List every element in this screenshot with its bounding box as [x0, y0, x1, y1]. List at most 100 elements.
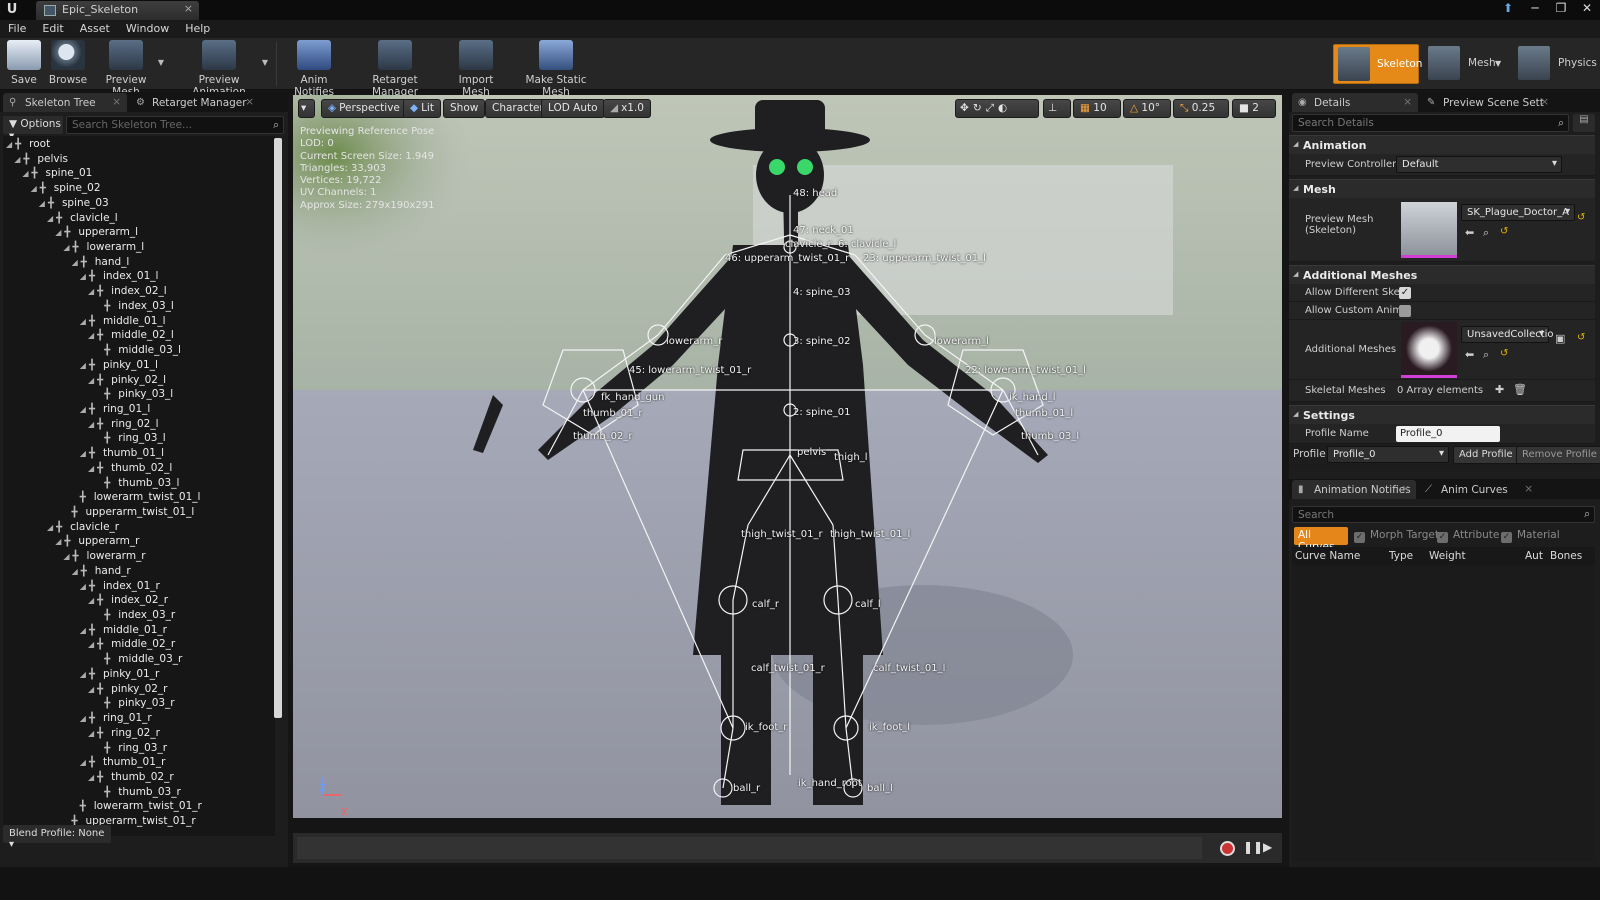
rotation-snap-button[interactable]: △ 10° [1123, 99, 1171, 118]
browse-asset-icon[interactable]: ⌕ [1483, 348, 1489, 362]
tree-row[interactable]: ◢ ╋ middle_01_r [80, 624, 167, 639]
expand-arrow-icon[interactable]: ◢ [55, 228, 61, 237]
scale-snap-button[interactable]: ⤡ 0.25 [1173, 99, 1229, 118]
tree-row[interactable]: ◢ ╋ thumb_01_r [80, 756, 166, 771]
all-curves-filter[interactable]: All Curves [1294, 527, 1348, 553]
chevron-down-icon[interactable]: ▼ [262, 58, 268, 67]
tree-row[interactable]: ◢ ╋ upperarm_r [55, 535, 139, 550]
tree-row[interactable]: ╋ ring_03_l [96, 432, 165, 447]
browse-button[interactable]: Browse [48, 40, 88, 88]
anim-notifies-button[interactable]: Anim Notifies [282, 40, 346, 98]
close-tab-icon[interactable]: × [1540, 96, 1549, 108]
tree-row[interactable]: ◢ ╋ index_01_l [80, 270, 159, 285]
allow-custom-animbp-checkbox[interactable] [1399, 305, 1411, 317]
minimize-button[interactable]: ─ [1522, 0, 1548, 18]
expand-arrow-icon[interactable]: ◢ [14, 155, 20, 164]
tree-row[interactable]: ◢ ╋ pinky_01_l [80, 359, 158, 374]
expand-arrow-icon[interactable]: ◢ [88, 287, 94, 296]
expand-arrow-icon[interactable]: ◢ [88, 729, 94, 738]
record-button[interactable] [1220, 841, 1235, 856]
reset-to-default-icon[interactable]: ↺ [1500, 226, 1508, 237]
skeleton-search-input[interactable]: Search Skeleton Tree... ⌕ [66, 116, 284, 134]
tab-skeleton-tree[interactable]: ⚲ Skeleton Tree × [3, 93, 127, 112]
material-checkbox[interactable]: ✓ [1501, 532, 1512, 543]
tree-row[interactable]: ◢ ╋ pinky_01_r [80, 668, 160, 683]
grid-snap-button[interactable]: ▦ 10 [1073, 99, 1121, 118]
close-tab-icon[interactable]: × [112, 96, 121, 108]
tree-row[interactable]: ◢ ╋ middle_01_l [80, 315, 166, 330]
tree-row[interactable]: ◢ ╋ index_01_r [80, 580, 160, 595]
tree-row[interactable]: ◢ ╋ thumb_02_l [88, 462, 172, 477]
preview-mesh-dropdown[interactable]: SK_Plague_Doctor_A [1461, 204, 1575, 221]
tree-row[interactable]: ◢ ╋ index_02_r [88, 594, 168, 609]
use-selected-asset-icon[interactable]: ⬅ [1465, 226, 1474, 239]
expand-arrow-icon[interactable]: ◢ [88, 420, 94, 429]
tab-retarget-manager[interactable]: ⚙ Retarget Manager × [130, 93, 260, 112]
feedback-icon[interactable]: ⬆ [1494, 0, 1522, 18]
menu-asset[interactable]: Asset [80, 20, 118, 38]
camera-speed-button[interactable]: ■ 2 [1232, 99, 1276, 118]
category-settings[interactable]: Settings [1289, 405, 1595, 424]
category-animation[interactable]: Animation [1289, 135, 1595, 154]
show-button[interactable]: Show [443, 99, 486, 118]
column-curve-name[interactable]: Curve Name [1295, 550, 1360, 562]
expand-arrow-icon[interactable]: ◢ [6, 140, 12, 149]
tab-details[interactable]: ◉ Details × [1292, 93, 1418, 112]
reset-to-default-icon[interactable]: ↺ [1500, 348, 1508, 359]
expand-arrow-icon[interactable]: ◢ [22, 169, 28, 178]
allow-different-skeletons-checkbox[interactable]: ✓ [1399, 287, 1411, 299]
tree-row[interactable]: ╋ middle_03_r [96, 653, 182, 668]
expand-arrow-icon[interactable]: ◢ [80, 272, 86, 281]
preview-animation-button[interactable]: Preview Animation▼ [174, 40, 268, 98]
preview-viewport[interactable]: ▾ ◈ Perspective ◆ Lit Show Character LOD A… [293, 95, 1282, 818]
tree-row[interactable]: ◢ ╋ index_02_l [88, 285, 167, 300]
category-additional-meshes[interactable]: Additional Meshes [1289, 265, 1595, 284]
material-filter[interactable]: ✓ Material [1501, 529, 1560, 543]
play-forward-icon[interactable]: ▶ [1263, 840, 1272, 854]
tree-row[interactable]: ◢ ╋ clavicle_l [47, 212, 118, 227]
tree-row[interactable]: ◢ ╋ ring_01_l [80, 403, 151, 418]
tree-row[interactable]: ╋ thumb_03_l [96, 477, 179, 492]
expand-arrow-icon[interactable]: ◢ [80, 361, 86, 370]
additional-meshes-thumbnail[interactable] [1401, 322, 1457, 378]
tree-row[interactable]: ◢ ╋ root [6, 138, 50, 153]
expand-arrow-icon[interactable]: ◢ [39, 199, 45, 208]
save-icon[interactable]: ▣ [1555, 332, 1565, 345]
expand-arrow-icon[interactable]: ◢ [80, 405, 86, 414]
expand-arrow-icon[interactable]: ◢ [47, 214, 53, 223]
options-dropdown[interactable]: ▼ Options ▾ [3, 116, 63, 142]
scale-icon[interactable]: ⤢ [986, 102, 998, 114]
tree-row[interactable]: ◢ ╋ ring_01_r [80, 712, 152, 727]
lit-button[interactable]: ◆ Lit [403, 99, 441, 118]
view-options-button[interactable]: ▤ [1573, 114, 1595, 132]
close-tab-icon[interactable]: × [245, 96, 254, 108]
menu-window[interactable]: Window [126, 20, 177, 38]
expand-arrow-icon[interactable]: ◢ [63, 552, 69, 561]
chevron-down-icon[interactable]: ▼ [158, 58, 164, 67]
expand-arrow-icon[interactable]: ◢ [72, 567, 78, 576]
expand-arrow-icon[interactable]: ◢ [55, 537, 61, 546]
chevron-down-icon[interactable]: ▼ [1495, 59, 1501, 68]
close-tab-icon[interactable]: × [1401, 483, 1410, 495]
morph-target-checkbox[interactable]: ✓ [1354, 532, 1365, 543]
profile-dropdown[interactable]: Profile_0 [1327, 446, 1449, 463]
physics-mode-button[interactable]: Physics [1514, 44, 1598, 84]
column-auto[interactable]: Aut [1525, 550, 1543, 562]
expand-arrow-icon[interactable]: ◢ [88, 596, 94, 605]
expand-arrow-icon[interactable]: ◢ [80, 626, 86, 635]
expand-arrow-icon[interactable]: ◢ [80, 670, 86, 679]
expand-arrow-icon[interactable]: ◢ [88, 464, 94, 473]
tree-row[interactable]: ╋ lowerarm_twist_01_r [72, 800, 202, 815]
add-element-icon[interactable]: ✚ [1495, 383, 1504, 396]
expand-arrow-icon[interactable]: ◢ [63, 243, 69, 252]
tree-row[interactable]: ◢ ╋ spine_02 [31, 182, 101, 197]
tree-row[interactable]: ╋ middle_03_l [96, 344, 181, 359]
attribute-checkbox[interactable]: ✓ [1437, 532, 1448, 543]
view-mode-button[interactable]: ◈ Perspective [321, 99, 407, 118]
expand-arrow-icon[interactable]: ◢ [31, 184, 37, 193]
tree-row[interactable]: ◢ ╋ thumb_01_l [80, 447, 164, 462]
use-selected-asset-icon[interactable]: ⬅ [1465, 348, 1474, 361]
column-bones[interactable]: Bones [1550, 550, 1582, 562]
tab-anim-curves[interactable]: ⟋ Anim Curves × [1419, 480, 1539, 499]
lod-button[interactable]: LOD Auto [541, 99, 605, 118]
